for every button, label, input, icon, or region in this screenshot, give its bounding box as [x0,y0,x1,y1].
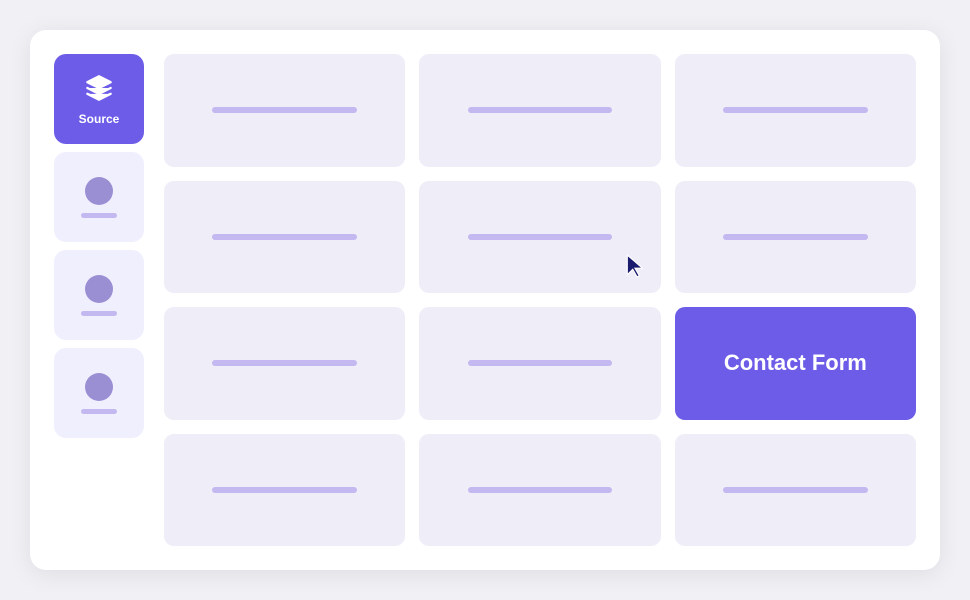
layers-icon [83,72,115,104]
avatar-circle-1 [85,177,113,205]
contact-form-card[interactable]: Contact Form [675,307,916,420]
card-bar [468,360,613,366]
sidebar: Source [54,54,144,546]
card-bar [723,234,868,240]
grid-card-4-3[interactable] [675,434,916,547]
avatar-circle-3 [85,373,113,401]
card-bar [723,487,868,493]
grid-card-4-1[interactable] [164,434,405,547]
avatar-bar-3 [81,409,117,414]
card-bar [212,234,357,240]
card-bar [468,107,613,113]
grid-card-2-3[interactable] [675,181,916,294]
card-bar [212,107,357,113]
card-bar [468,487,613,493]
card-grid: Contact Form [164,54,916,546]
sidebar-item-source[interactable]: Source [54,54,144,144]
contact-form-label: Contact Form [724,350,867,376]
grid-card-1-2[interactable] [419,54,660,167]
card-bar [723,107,868,113]
sidebar-item-user1[interactable] [54,152,144,242]
grid-card-3-2[interactable] [419,307,660,420]
avatar-circle-2 [85,275,113,303]
sidebar-source-label: Source [79,112,120,126]
grid-card-2-2[interactable] [419,181,660,294]
sidebar-item-user3[interactable] [54,348,144,438]
grid-card-1-1[interactable] [164,54,405,167]
avatar-bar-1 [81,213,117,218]
grid-card-2-1[interactable] [164,181,405,294]
grid-card-3-1[interactable] [164,307,405,420]
grid-card-4-2[interactable] [419,434,660,547]
card-bar [212,360,357,366]
grid-card-1-3[interactable] [675,54,916,167]
avatar-bar-2 [81,311,117,316]
sidebar-item-user2[interactable] [54,250,144,340]
card-bar [468,234,613,240]
app-container: Source [30,30,940,570]
cursor-icon [625,253,647,279]
card-bar [212,487,357,493]
